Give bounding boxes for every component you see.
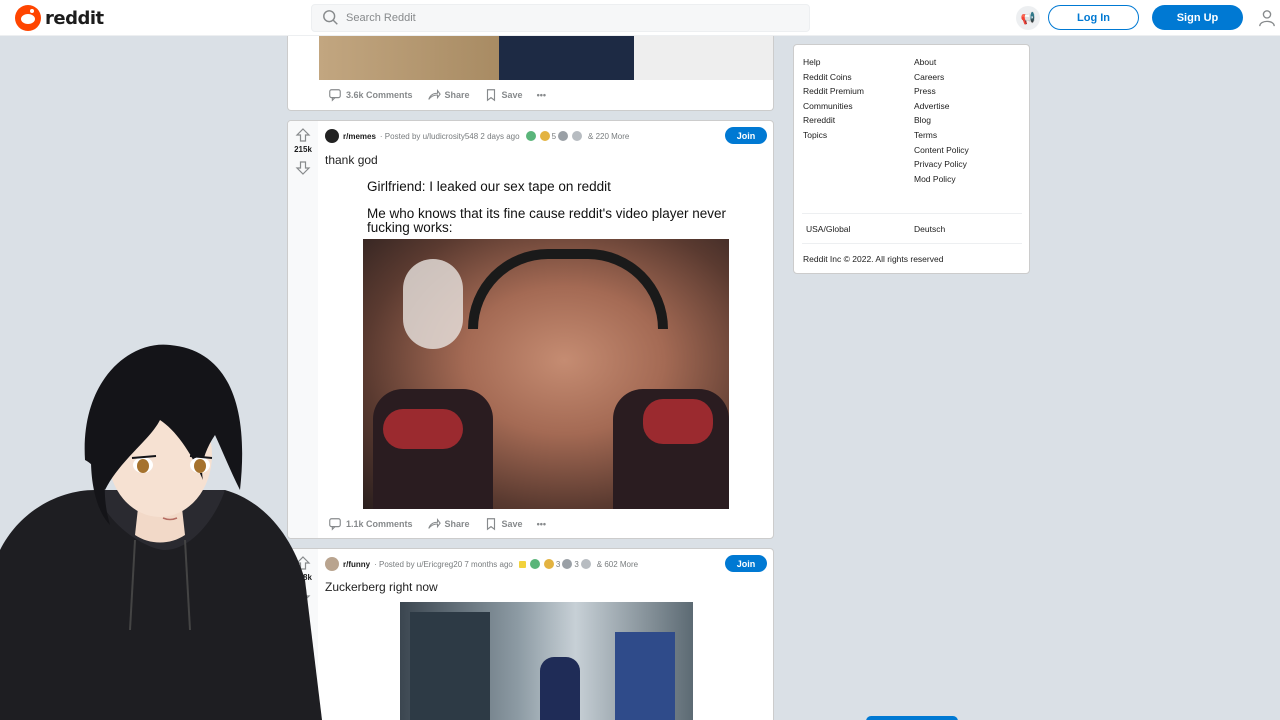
comment-icon <box>329 89 341 102</box>
more-options-button[interactable]: ••• <box>537 519 546 529</box>
share-button[interactable]: Share <box>427 88 470 102</box>
share-button[interactable]: Share <box>427 517 470 531</box>
reddit-snoo-icon <box>15 5 41 31</box>
award-icon <box>539 131 550 141</box>
save-button[interactable]: Save <box>484 517 523 531</box>
more-awards[interactable]: & 220 More <box>588 132 629 141</box>
meme-image[interactable]: Girlfriend: I leaked our sex tape on red… <box>319 175 773 509</box>
ellipsis-icon: ••• <box>536 90 547 100</box>
post-meta: r/funny · Posted by u/Ericgreg20 7 month… <box>325 557 638 571</box>
sidebar-link-help[interactable]: Help <box>803 57 864 67</box>
feed-post[interactable]: 208k r/funny · Posted by u/Ericgreg20 7 … <box>287 548 774 720</box>
award-icon <box>580 559 591 569</box>
search-icon <box>323 10 338 25</box>
award-icon <box>529 559 540 569</box>
meme-photo <box>363 239 729 509</box>
feed-post[interactable]: 215k r/memes · Posted by u/ludicrosity54… <box>287 120 774 539</box>
share-label: Share <box>444 519 470 529</box>
login-button[interactable]: Log In <box>1048 5 1139 30</box>
search-placeholder: Search Reddit <box>346 12 416 24</box>
meme-caption-line2: Me who knows that its fine cause reddit'… <box>367 206 727 235</box>
sidebar-links-col2: About Careers Press Advertise Blog Terms… <box>914 57 969 184</box>
save-label: Save <box>501 90 523 100</box>
sidebar-footer-links: Help Reddit Coins Reddit Premium Communi… <box>793 44 1030 274</box>
award-icon <box>562 559 573 569</box>
sidebar-link-privacy-policy[interactable]: Privacy Policy <box>914 159 969 169</box>
share-label: Share <box>444 90 470 100</box>
share-icon <box>427 518 441 529</box>
post-meta: r/memes · Posted by u/ludicrosity548 2 d… <box>325 129 629 143</box>
sidebar-link-advertise[interactable]: Advertise <box>914 101 969 111</box>
language-deutsch[interactable]: Deutsch <box>914 224 945 234</box>
divider <box>802 213 1022 214</box>
save-label: Save <box>501 519 523 529</box>
post-title[interactable]: thank god <box>325 153 378 167</box>
subreddit-avatar[interactable] <box>325 129 339 143</box>
post-image[interactable] <box>400 602 693 720</box>
more-awards[interactable]: & 602 More <box>597 560 638 569</box>
posted-by[interactable]: · Posted by u/Ericgreg20 7 months ago <box>374 560 513 569</box>
more-options-button[interactable]: ••• <box>537 90 546 100</box>
reddit-logo[interactable]: reddit <box>15 5 104 31</box>
join-button[interactable]: Join <box>725 555 767 572</box>
posted-by[interactable]: · Posted by u/ludicrosity548 2 days ago <box>380 132 520 141</box>
award-icon <box>525 131 536 141</box>
award-icon <box>558 131 569 141</box>
advertise-megaphone-icon[interactable]: 📢 <box>1016 6 1040 30</box>
copyright: Reddit Inc © 2022. All rights reserved <box>803 254 944 264</box>
award-count: 5 <box>551 131 557 141</box>
logo-text: reddit <box>45 7 104 29</box>
award-count: 3 <box>555 559 561 569</box>
sidebar-link-press[interactable]: Press <box>914 86 969 96</box>
meme-caption-line1: Girlfriend: I leaked our sex tape on red… <box>367 179 611 194</box>
comment-icon <box>329 518 341 531</box>
upvote-arrow-icon[interactable] <box>295 127 311 143</box>
top-nav-bar: reddit Search Reddit 📢 Log In Sign Up <box>0 0 1280 36</box>
save-button[interactable]: Save <box>484 88 523 102</box>
feed-post[interactable]: 3.6k Comments Share Save ••• <box>287 36 774 111</box>
comments-button[interactable]: 3.6k Comments <box>328 88 413 102</box>
divider <box>802 243 1022 244</box>
award-icon <box>543 559 554 569</box>
subreddit-link[interactable]: r/funny <box>343 560 370 569</box>
sidebar-link-content-policy[interactable]: Content Policy <box>914 145 969 155</box>
language-usa-global[interactable]: USA/Global <box>806 224 850 234</box>
vote-count: 215k <box>294 145 312 154</box>
share-icon <box>427 89 441 100</box>
sidebar-link-about[interactable]: About <box>914 57 969 67</box>
user-menu-icon[interactable] <box>1258 8 1276 28</box>
post-image[interactable] <box>319 36 773 80</box>
sidebar-link-terms[interactable]: Terms <box>914 130 969 140</box>
sidebar-link-communities[interactable]: Communities <box>803 101 864 111</box>
award-icon <box>518 560 526 568</box>
sidebar-link-blog[interactable]: Blog <box>914 115 969 125</box>
downvote-arrow-icon[interactable] <box>295 160 311 176</box>
sidebar-links-col1: Help Reddit Coins Reddit Premium Communi… <box>803 57 864 140</box>
meme-caption-panel: Girlfriend: I leaked our sex tape on red… <box>363 175 729 239</box>
bookmark-icon <box>486 89 495 102</box>
sidebar-link-rereddit[interactable]: Rereddit <box>803 115 864 125</box>
ellipsis-icon: ••• <box>536 519 547 529</box>
bookmark-icon <box>486 518 495 531</box>
award-count: 3 <box>574 559 579 569</box>
sidebar-link-careers[interactable]: Careers <box>914 72 969 82</box>
sidebar-link-premium[interactable]: Reddit Premium <box>803 86 864 96</box>
comments-label: 3.6k Comments <box>346 90 413 100</box>
vtuber-avatar-overlay <box>0 344 322 720</box>
signup-button[interactable]: Sign Up <box>1152 5 1243 30</box>
comments-label: 1.1k Comments <box>346 519 413 529</box>
post-title[interactable]: Zuckerberg right now <box>325 580 438 594</box>
search-input[interactable]: Search Reddit <box>311 4 810 32</box>
sidebar-link-coins[interactable]: Reddit Coins <box>803 72 864 82</box>
comments-button[interactable]: 1.1k Comments <box>328 517 413 531</box>
sidebar-link-mod-policy[interactable]: Mod Policy <box>914 174 969 184</box>
sidebar-link-topics[interactable]: Topics <box>803 130 864 140</box>
join-button[interactable]: Join <box>725 127 767 144</box>
subreddit-link[interactable]: r/memes <box>343 132 376 141</box>
back-to-top-button[interactable] <box>866 716 958 720</box>
award-icon <box>572 131 583 141</box>
